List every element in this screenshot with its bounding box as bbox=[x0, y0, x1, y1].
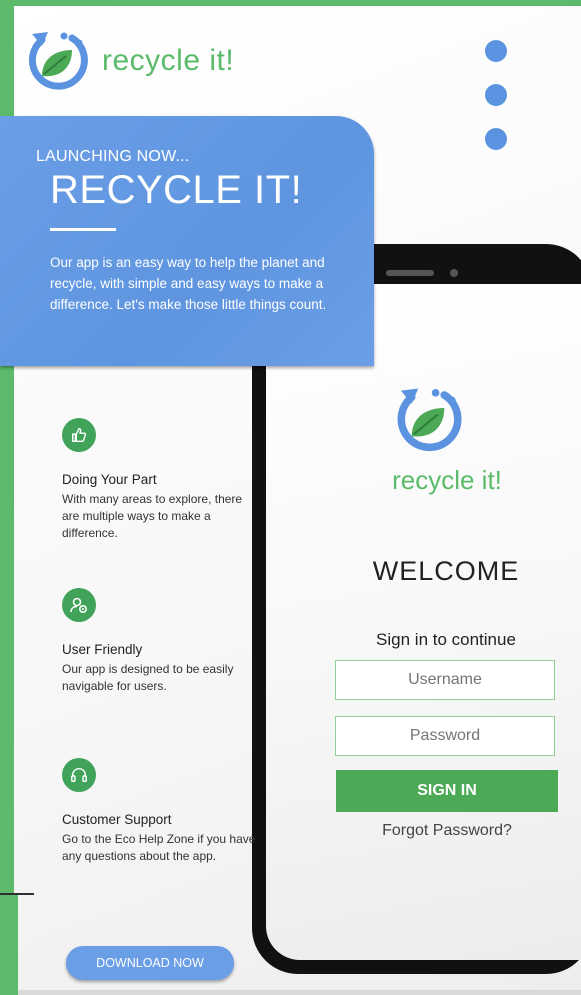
hero-divider bbox=[50, 228, 116, 231]
feature-user-friendly: User Friendly Our app is designed to be … bbox=[62, 588, 262, 695]
feature-title: User Friendly bbox=[62, 642, 143, 657]
recycle-leaf-icon bbox=[28, 32, 88, 90]
vertical-dots-icon bbox=[485, 128, 507, 150]
headset-icon bbox=[71, 767, 87, 783]
recycle-leaf-icon bbox=[397, 388, 462, 452]
header-logo[interactable]: recycle it! bbox=[22, 28, 234, 94]
feature-title: Customer Support bbox=[62, 812, 172, 827]
horizontal-scrollbar[interactable] bbox=[18, 990, 581, 995]
sign-in-button[interactable]: SIGN IN bbox=[336, 770, 558, 812]
thumbs-up-icon bbox=[71, 427, 87, 443]
user-settings-icon bbox=[70, 597, 88, 614]
download-now-button[interactable]: DOWNLOAD NOW bbox=[66, 946, 234, 980]
phone-brand-name: recycle it! bbox=[392, 465, 502, 495]
signin-subtitle: Sign in to continue bbox=[376, 630, 516, 649]
welcome-heading: WELCOME bbox=[372, 556, 520, 586]
feature-description: Go to the Eco Help Zone if you have any … bbox=[62, 832, 256, 863]
brand-name: recycle it! bbox=[102, 44, 235, 77]
bottom-divider bbox=[0, 893, 34, 895]
phone-logo bbox=[390, 384, 466, 461]
feature-customer-support: Customer Support Go to the Eco Help Zone… bbox=[62, 758, 262, 865]
bottom-accent-bar bbox=[0, 894, 18, 995]
menu-button[interactable] bbox=[485, 40, 511, 172]
username-input[interactable] bbox=[335, 660, 555, 700]
hero-kicker: LAUNCHING NOW... bbox=[36, 148, 190, 165]
feature-doing-your-part: Doing Your Part With many areas to explo… bbox=[62, 418, 262, 542]
hero-card: LAUNCHING NOW... RECYCLE IT! Our app is … bbox=[0, 116, 374, 366]
forgot-password-link[interactable]: Forgot Password? bbox=[336, 822, 558, 840]
password-input[interactable] bbox=[335, 716, 555, 756]
feature-description: Our app is designed to be easily navigab… bbox=[62, 662, 234, 693]
phone-camera bbox=[450, 269, 458, 277]
feature-description: With many areas to explore, there are mu… bbox=[62, 492, 243, 540]
hero-title: RECYCLE IT! bbox=[50, 168, 303, 212]
hero-description: Our app is an easy way to help the plane… bbox=[50, 255, 327, 312]
vertical-dots-icon bbox=[485, 40, 507, 62]
phone-speaker bbox=[386, 270, 434, 276]
feature-title: Doing Your Part bbox=[62, 472, 157, 487]
vertical-dots-icon bbox=[485, 84, 507, 106]
